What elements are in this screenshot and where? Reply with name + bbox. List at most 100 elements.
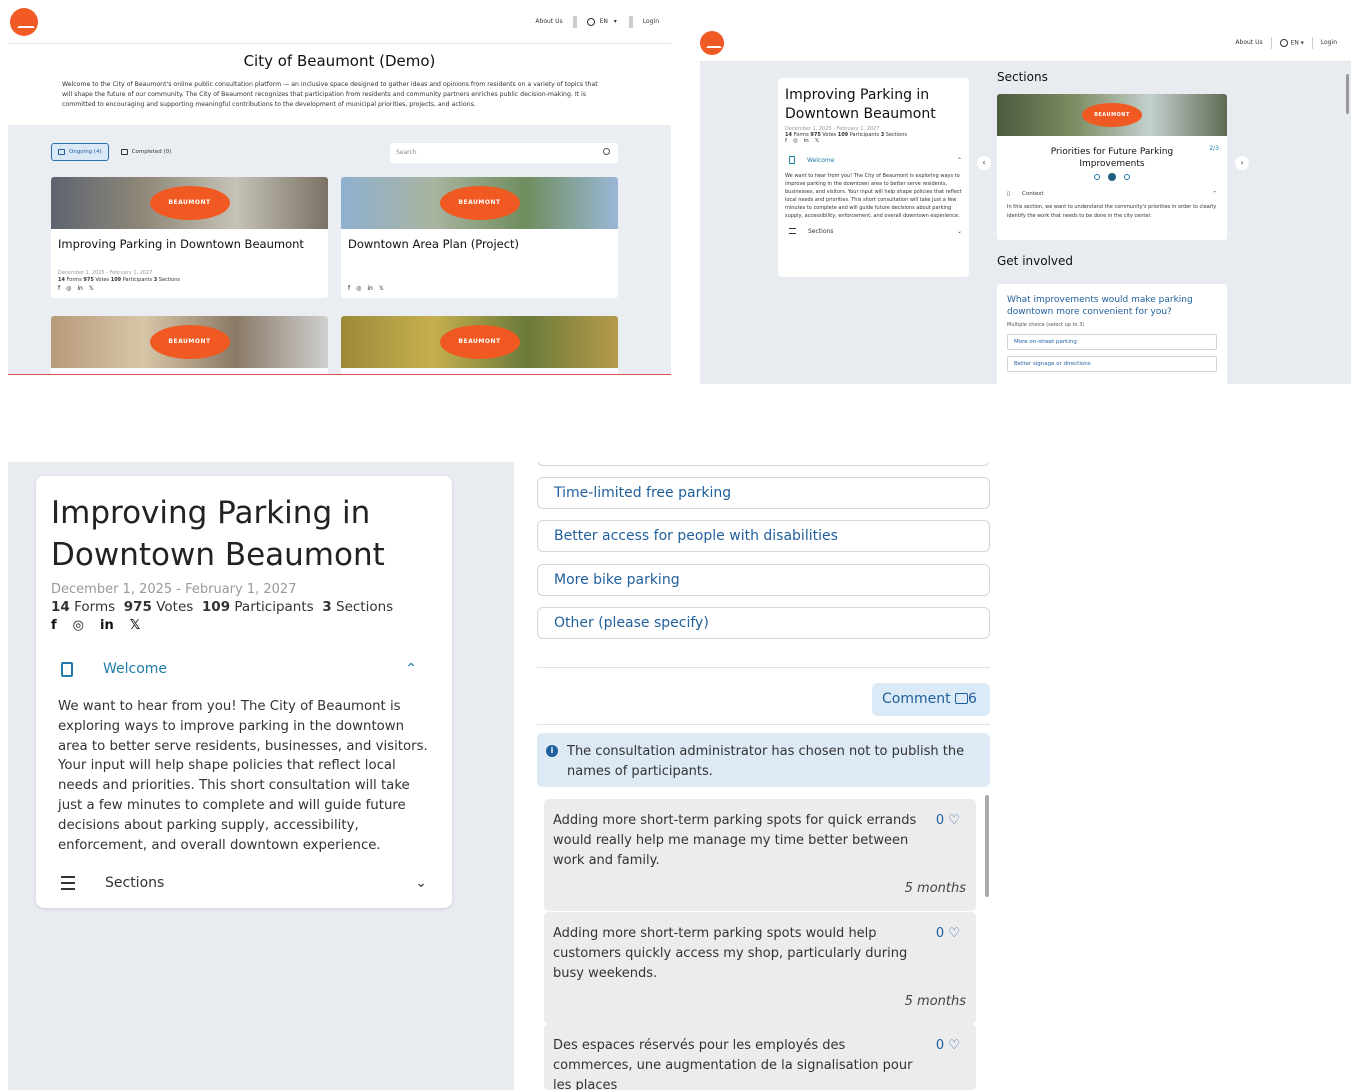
beaumont-logo[interactable] [10,7,38,36]
carousel-prev-button[interactable]: ‹ [977,156,991,170]
answer-option[interactable]: More on-street parking [1007,334,1217,350]
get-involved-heading: Get involved [997,254,1074,268]
history-icon [120,149,128,155]
login-link[interactable]: Login [1321,39,1337,46]
chevron-down-icon[interactable]: ⌄ [957,228,962,235]
comment-count: 6 [968,691,977,707]
search-input[interactable]: Search [390,143,618,163]
consultation-card[interactable]: BEAUMONT Downtown Area Plan (Project) f ◎… [341,177,618,298]
tab-ongoing-label: Ongoing (4) [69,149,102,155]
linkedin-icon[interactable]: in [367,285,372,292]
lock-icon [58,149,65,155]
status-tabs: Ongoing (4) Completed (0) [51,143,177,161]
welcome-accordion[interactable]: Welcome ⌃ [51,661,437,677]
about-link[interactable]: About Us [1235,39,1262,46]
participants-count: 109 [110,277,122,283]
comment-text: Adding more short-term parking spots for… [553,813,917,868]
login-link[interactable]: Login [641,18,661,25]
welcome-body: We want to hear from you! The City of Be… [785,173,962,220]
instagram-icon[interactable]: ◎ [356,285,361,292]
x-icon[interactable]: 𝕏 [130,618,140,633]
x-icon[interactable]: 𝕏 [379,285,384,292]
carousel-dot[interactable] [1124,174,1130,180]
beaumont-badge: BEAUMONT [149,186,230,220]
x-icon[interactable]: 𝕏 [815,138,819,144]
card-title[interactable]: Downtown Area Plan (Project) [341,229,618,267]
context-accordion[interactable]: ▯ Context ⌃ [997,181,1227,197]
nav-divider [1311,36,1313,49]
section-title: Priorities for Future Parking Improvemen… [1050,147,1174,169]
beaumont-badge: BEAUMONT [439,186,520,220]
comment-item: Adding more short-term parking spots for… [544,799,976,911]
language-selector[interactable]: EN ▾ [585,17,621,26]
welcome-accordion[interactable]: Welcome ⌃ [785,156,962,164]
answer-option[interactable]: Time-limited free parking [537,477,990,509]
sections-accordion[interactable]: Sections ⌄ [51,875,437,891]
linkedin-icon[interactable]: in [77,285,82,292]
comment-label: Comment [882,691,951,707]
consultation-card[interactable]: BEAUMONT [341,316,618,374]
like-button[interactable]: 0 ♡ [936,924,960,944]
notice-text: The consultation administrator has chose… [567,744,965,779]
comment-text: Des espaces réservés pour les employés d… [553,1038,913,1090]
info-icon: i [546,745,558,757]
comment-item: Des espaces réservés pour les employés d… [544,1024,976,1090]
linkedin-icon[interactable]: in [804,138,809,144]
answer-option[interactable]: Better signage or directions [1007,356,1217,372]
participants-count: 109 [837,132,849,138]
chevron-up-icon[interactable]: ⌃ [1212,191,1217,197]
linkedin-icon[interactable]: in [100,618,114,633]
answer-option[interactable]: Better access for people with disabiliti… [537,520,990,552]
forms-label: Forms [66,277,82,283]
like-count: 0 [935,926,945,941]
instagram-icon[interactable]: ◎ [793,138,798,144]
tab-completed[interactable]: Completed (0) [115,143,178,161]
instagram-icon[interactable]: ◎ [66,285,71,292]
about-link[interactable]: About Us [533,18,564,25]
like-button[interactable]: 0 ♡ [936,811,960,831]
consultation-card[interactable]: BEAUMONT [51,316,328,374]
facebook-icon[interactable]: f [58,285,60,292]
carousel-dot[interactable] [1094,174,1100,180]
section-carousel: BEAUMONT 2/3 Priorities for Future Parki… [997,94,1227,240]
sections-accordion-label: Sections [808,227,834,235]
nav-right: About Us EN ▾ Login [533,15,661,28]
answer-option-partial[interactable] [537,462,990,466]
answer-option[interactable]: Other (please specify) [537,607,990,639]
instagram-icon[interactable]: ◎ [73,618,84,633]
sections-accordion[interactable]: Sections ⌄ [785,228,962,235]
chevron-up-icon[interactable]: ⌃ [957,157,962,164]
nav-divider [628,15,633,28]
question-title: What improvements would make parking dow… [1007,295,1193,317]
language-label: EN [599,18,608,25]
chevron-down-icon: ▾ [613,18,617,25]
votes-count: 975 [83,277,94,283]
comment-button[interactable]: Comment 6 [872,683,990,716]
language-selector[interactable]: EN ▾ [1279,38,1304,47]
document-icon: ▯ [1007,191,1011,197]
tab-ongoing[interactable]: Ongoing (4) [51,143,109,161]
search-icon[interactable] [603,148,610,155]
chevron-down-icon[interactable]: ⌄ [415,875,427,891]
comment-age: 5 months [904,881,966,896]
x-icon[interactable]: 𝕏 [89,285,94,292]
consultation-title: Improving Parking in Downtown Beaumont [51,495,385,573]
like-button[interactable]: 0 ♡ [936,1036,960,1056]
comments-scrollbar[interactable] [985,795,989,897]
sections-label: Sections [336,599,394,615]
answer-option[interactable]: More bike parking [537,564,990,596]
card-title[interactable]: Improving Parking in Downtown Beaumont [51,229,328,267]
carousel-dot-active[interactable] [1108,173,1116,181]
facebook-icon[interactable]: f [785,138,787,144]
scrollbar[interactable] [1346,74,1349,114]
chevron-up-icon[interactable]: ⌃ [405,661,417,677]
sections-count: 3 [322,599,332,615]
participants-count: 109 [201,599,231,615]
beaumont-logo[interactable] [700,30,724,55]
participants-label: Participants [234,599,314,615]
consultation-card[interactable]: BEAUMONT Improving Parking in Downtown B… [51,177,328,298]
carousel-next-button[interactable]: › [1235,156,1249,170]
facebook-icon[interactable]: f [348,285,350,292]
sections-accordion-label: Sections [105,875,165,892]
facebook-icon[interactable]: f [51,618,57,633]
